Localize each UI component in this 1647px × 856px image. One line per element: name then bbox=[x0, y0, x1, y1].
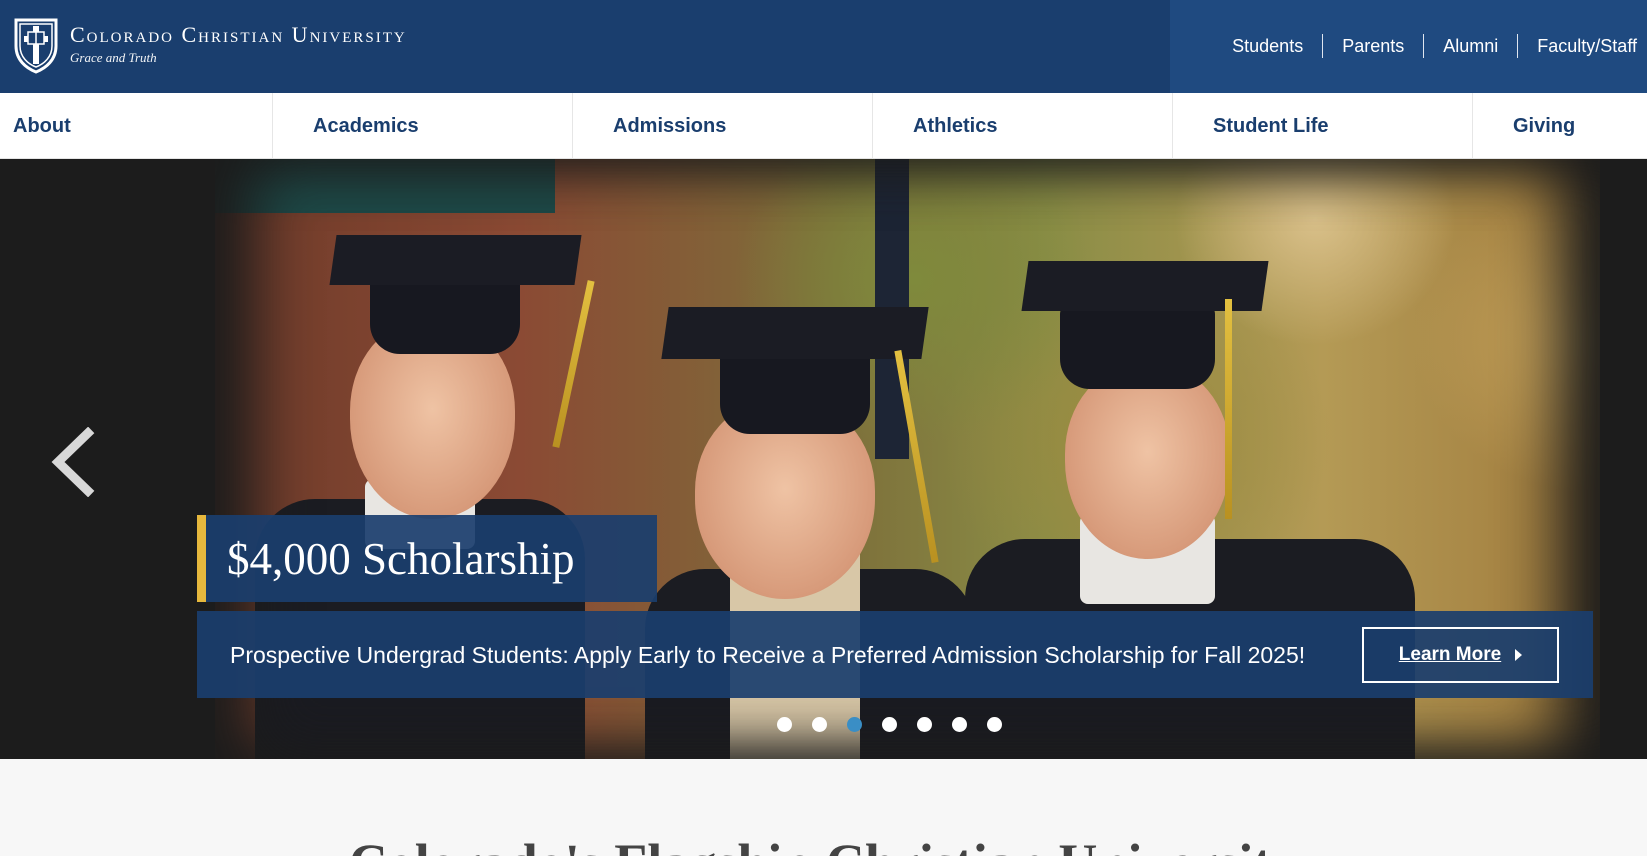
carousel-dot-7[interactable] bbox=[987, 717, 1002, 732]
learn-more-label: Learn More bbox=[1398, 644, 1502, 665]
top-bar: Colorado Christian University Grace and … bbox=[0, 0, 1647, 93]
brand-name: Colorado Christian University bbox=[70, 22, 407, 47]
audience-link-students[interactable]: Students bbox=[1213, 36, 1322, 57]
site-logo[interactable]: Colorado Christian University Grace and … bbox=[12, 16, 407, 74]
carousel-dot-1[interactable] bbox=[777, 717, 792, 732]
section-title: Colorado's Flagship Christian University bbox=[0, 832, 1647, 856]
nav-item-student-life[interactable]: Student Life bbox=[1173, 93, 1473, 159]
chevron-left-icon[interactable] bbox=[48, 427, 96, 497]
hero-subtext: Prospective Undergrad Students: Apply Ea… bbox=[230, 642, 1306, 668]
carousel-dot-4[interactable] bbox=[882, 717, 897, 732]
nav-item-academics[interactable]: Academics bbox=[273, 93, 573, 159]
nav-item-athletics[interactable]: Athletics bbox=[873, 93, 1173, 159]
nav-item-about[interactable]: About bbox=[0, 93, 273, 159]
subtext-banner: Prospective Undergrad Students: Apply Ea… bbox=[197, 611, 1593, 698]
headline-banner: $4,000 Scholarship bbox=[197, 515, 657, 602]
carousel-dot-6[interactable] bbox=[952, 717, 967, 732]
shield-crest-icon bbox=[14, 18, 58, 74]
main-nav: About Academics Admissions Athletics Stu… bbox=[0, 93, 1647, 159]
carousel-dots bbox=[777, 717, 1002, 732]
carousel-dot-2[interactable] bbox=[812, 717, 827, 732]
audience-link-alumni[interactable]: Alumni bbox=[1424, 36, 1517, 57]
nav-item-admissions[interactable]: Admissions bbox=[573, 93, 873, 159]
nav-item-giving[interactable]: Giving bbox=[1473, 93, 1647, 159]
brand-tagline: Grace and Truth bbox=[70, 50, 157, 65]
carousel-dot-3[interactable] bbox=[847, 717, 862, 732]
caret-right-icon bbox=[1515, 649, 1523, 661]
audience-nav: Students Parents Alumni Faculty/Staff bbox=[1213, 34, 1637, 58]
hero-headline: $4,000 Scholarship bbox=[227, 533, 575, 584]
hero-carousel: $4,000 Scholarship Prospective Undergrad… bbox=[0, 159, 1647, 759]
audience-link-faculty-staff[interactable]: Faculty/Staff bbox=[1518, 36, 1637, 57]
learn-more-button[interactable]: Learn More bbox=[1362, 627, 1559, 683]
audience-link-parents[interactable]: Parents bbox=[1323, 36, 1423, 57]
carousel-dot-5[interactable] bbox=[917, 717, 932, 732]
